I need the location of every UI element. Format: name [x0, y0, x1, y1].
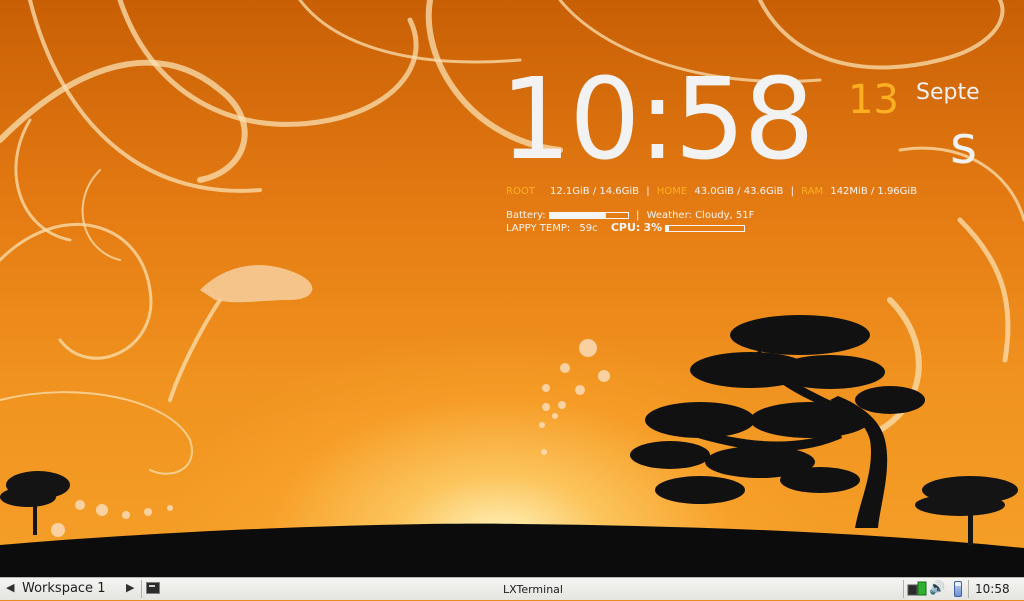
conky-day-number: 13	[848, 77, 899, 123]
cpu-bar-fill	[666, 225, 669, 231]
temp-value: 59c	[579, 223, 598, 234]
conky-month-bottom: s	[950, 116, 978, 176]
divider	[968, 580, 969, 598]
conky-temp-cpu-line: LAPPY TEMP: 59c CPU: 3%	[506, 221, 746, 235]
weather-text: Weather: Cloudy, 51F	[646, 210, 755, 221]
task-button-lxterminal[interactable]: LXTerminal	[165, 583, 901, 596]
battery-label: Battery:	[506, 210, 546, 221]
workspace-switcher[interactable]: Workspace 1	[22, 581, 105, 596]
ram-value: 142MiB / 1.96GiB	[830, 186, 918, 197]
separator: |	[646, 186, 650, 197]
taskbar-clock[interactable]: 10:58	[975, 582, 1010, 596]
conky-clock-time: 10:58	[500, 55, 815, 185]
conky-month-top: Septe	[916, 80, 980, 105]
root-value: 12.1GiB / 14.6GiB	[550, 186, 640, 197]
ram-label: RAM	[801, 186, 824, 197]
taskbar: ◀ Workspace 1 ▶ LXTerminal 🔊 10:58	[0, 577, 1024, 600]
separator: |	[636, 210, 640, 221]
cpu-bar	[665, 224, 746, 232]
desktop[interactable]: 10:58 13 Septe s ROOT 12.1GiB / 14.6GiB …	[0, 0, 1024, 577]
network-icon[interactable]	[907, 581, 927, 597]
cpu-value: 3%	[643, 221, 663, 234]
divider	[903, 580, 904, 598]
root-label: ROOT	[506, 186, 535, 197]
terminal-icon[interactable]	[146, 582, 160, 594]
cpu-label: CPU:	[610, 221, 641, 234]
conky-disk-line: ROOT 12.1GiB / 14.6GiB | HOME 43.0GiB / …	[506, 186, 917, 198]
home-label: HOME	[656, 186, 688, 197]
separator: |	[790, 186, 794, 197]
battery-bar-fill	[549, 212, 606, 218]
battery-icon[interactable]	[954, 581, 962, 597]
home-value: 43.0GiB / 43.6GiB	[694, 186, 784, 197]
divider	[141, 580, 142, 598]
workspace-prev-button[interactable]: ◀	[6, 581, 14, 594]
battery-bar	[548, 211, 629, 219]
workspace-next-button[interactable]: ▶	[126, 581, 134, 594]
temp-label: LAPPY TEMP:	[506, 223, 571, 234]
volume-icon[interactable]: 🔊	[929, 581, 945, 597]
